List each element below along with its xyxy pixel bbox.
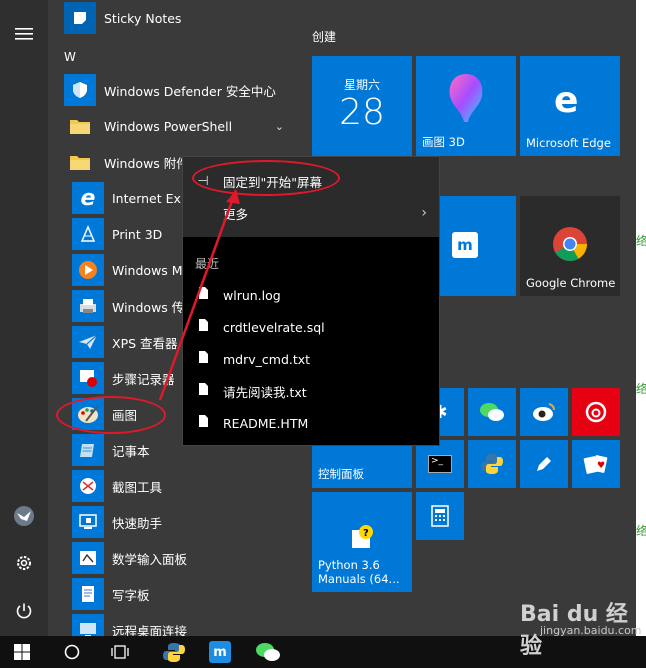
wechat-icon (256, 643, 280, 661)
start-button[interactable] (0, 636, 44, 668)
background-text-fragment: 络 (636, 382, 646, 396)
python-icon (163, 643, 185, 662)
task-view-icon (111, 645, 129, 659)
taskbar-wechat-app[interactable] (246, 636, 290, 668)
watermark-url: jingyan.baidu.com (540, 624, 642, 637)
annotation-arrow (158, 189, 240, 401)
taskbar-maxthon-app[interactable]: m (198, 636, 242, 668)
taskbar-python-app[interactable] (152, 636, 196, 668)
maxthon-icon: m (209, 641, 231, 663)
cortana-circle-icon (64, 644, 80, 660)
background-text-fragment: 络 (636, 524, 646, 538)
task-view-button[interactable] (98, 636, 142, 668)
background-text-fragment: 络 (636, 234, 646, 248)
windows-logo-icon (14, 644, 30, 660)
start-menu: Sticky Notes W Windows Defender 安全中心 Win… (0, 0, 636, 636)
background-page-strip (636, 0, 646, 636)
cortana-button[interactable] (50, 636, 94, 668)
